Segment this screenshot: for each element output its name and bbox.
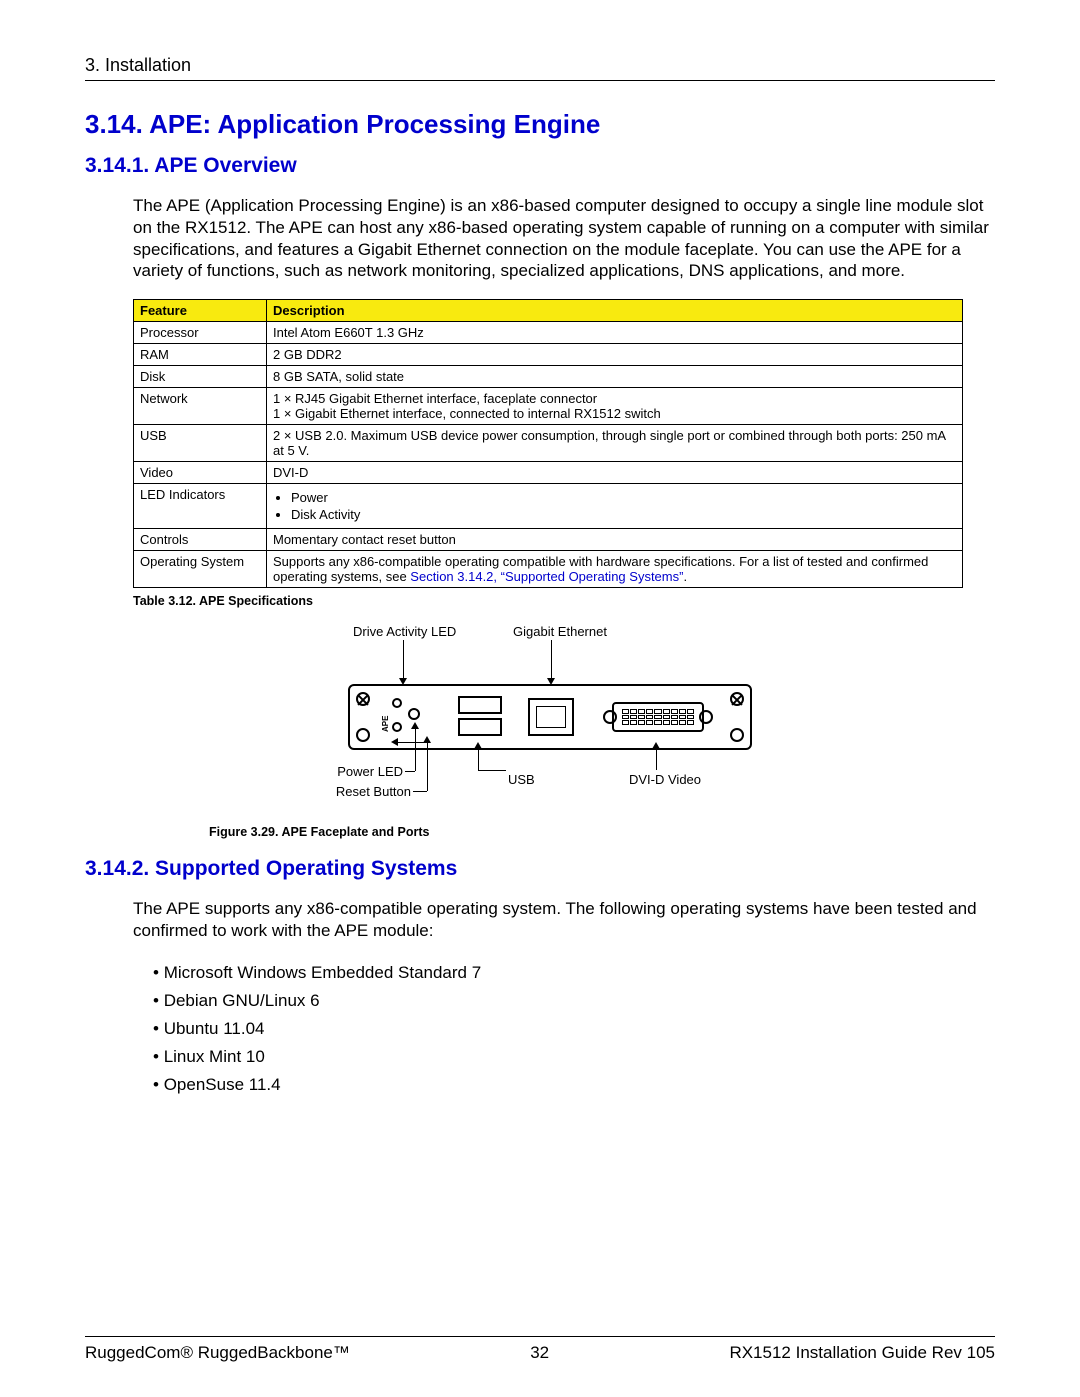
figure-faceplate: Drive Activity LED Gigabit Ethernet APE bbox=[133, 624, 963, 839]
cross-reference-link[interactable]: Section 3.14.2, “Supported Operating Sys… bbox=[410, 569, 683, 584]
usb-port-icon bbox=[458, 696, 502, 714]
list-item: Microsoft Windows Embedded Standard 7 bbox=[153, 959, 995, 987]
label-drive-led: Drive Activity LED bbox=[353, 624, 456, 639]
reset-button-icon bbox=[392, 722, 402, 732]
screw-icon bbox=[730, 728, 744, 742]
screw-icon bbox=[356, 692, 370, 706]
section-heading: 3.14. APE: Application Processing Engine bbox=[85, 109, 995, 140]
spec-header-description: Description bbox=[267, 300, 963, 322]
label-gigabit-ethernet: Gigabit Ethernet bbox=[513, 624, 607, 639]
table-row: Network1 × RJ45 Gigabit Ethernet interfa… bbox=[134, 388, 963, 425]
spec-header-feature: Feature bbox=[134, 300, 267, 322]
table-row: VideoDVI-D bbox=[134, 462, 963, 484]
subsection-1-body: The APE (Application Processing Engine) … bbox=[133, 195, 995, 282]
subsection-2-body: The APE supports any x86-compatible oper… bbox=[133, 898, 995, 942]
list-item: Debian GNU/Linux 6 bbox=[153, 987, 995, 1015]
table-caption: Table 3.12. APE Specifications bbox=[133, 594, 995, 608]
table-row: RAM2 GB DDR2 bbox=[134, 344, 963, 366]
subsection-2-heading: 3.14.2. Supported Operating Systems bbox=[85, 857, 995, 881]
label-usb: USB bbox=[508, 772, 535, 787]
figure-caption: Figure 3.29. APE Faceplate and Ports bbox=[209, 825, 963, 839]
list-item: Linux Mint 10 bbox=[153, 1043, 995, 1071]
power-led-icon bbox=[408, 708, 420, 720]
table-row: ProcessorIntel Atom E660T 1.3 GHz bbox=[134, 322, 963, 344]
footer-page-number: 32 bbox=[530, 1343, 549, 1363]
footer-left: RuggedCom® RuggedBackbone™ bbox=[85, 1343, 350, 1363]
ape-marking: APE bbox=[381, 716, 390, 732]
label-power-led: Power LED bbox=[333, 764, 403, 779]
ethernet-port-icon bbox=[528, 698, 574, 736]
table-row: Disk8 GB SATA, solid state bbox=[134, 366, 963, 388]
header-divider bbox=[85, 80, 995, 81]
footer-divider bbox=[85, 1336, 995, 1337]
usb-port-icon bbox=[458, 718, 502, 736]
list-item: Ubuntu 11.04 bbox=[153, 1015, 995, 1043]
breadcrumb: 3. Installation bbox=[85, 55, 995, 76]
label-reset-button: Reset Button bbox=[333, 784, 411, 799]
screw-icon bbox=[356, 728, 370, 742]
drive-led-icon bbox=[392, 698, 402, 708]
table-row: LED Indicators Power Disk Activity bbox=[134, 484, 963, 529]
dvi-port-icon bbox=[612, 702, 704, 732]
spec-table: Feature Description ProcessorIntel Atom … bbox=[133, 299, 963, 588]
list-item: OpenSuse 11.4 bbox=[153, 1071, 995, 1099]
subsection-1-heading: 3.14.1. APE Overview bbox=[85, 154, 995, 178]
page-footer: RuggedCom® RuggedBackbone™ 32 RX1512 Ins… bbox=[85, 1343, 995, 1363]
screw-icon bbox=[730, 692, 744, 706]
faceplate-outline: APE bbox=[348, 684, 752, 750]
table-row: Operating System Supports any x86-compat… bbox=[134, 551, 963, 588]
table-row: ControlsMomentary contact reset button bbox=[134, 529, 963, 551]
table-row: USB2 × USB 2.0. Maximum USB device power… bbox=[134, 425, 963, 462]
os-list: Microsoft Windows Embedded Standard 7 De… bbox=[133, 959, 995, 1099]
footer-right: RX1512 Installation Guide Rev 105 bbox=[729, 1343, 995, 1363]
label-dvi-video: DVI-D Video bbox=[629, 772, 701, 787]
